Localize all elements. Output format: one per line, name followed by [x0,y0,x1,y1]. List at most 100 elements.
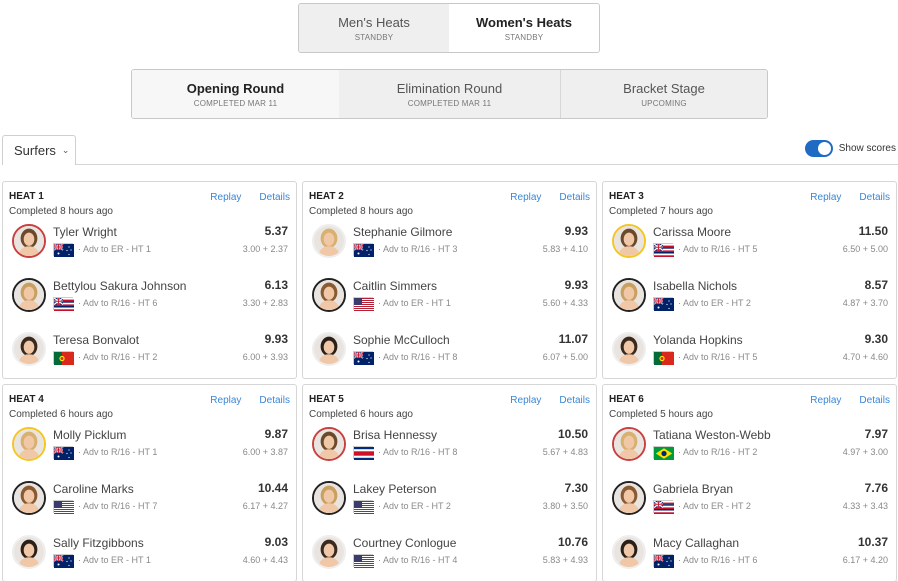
country-flag-icon [353,297,374,311]
details-link[interactable]: Details [859,192,890,203]
tab-mens-heats[interactable]: Men's Heats STANDBY [299,4,449,52]
surfer-name: Courtney Conlogue [353,536,457,550]
wave-scores: 4.97 + 3.00 [842,447,888,457]
wave-scores: 4.60 + 4.43 [242,555,288,565]
replay-link[interactable]: Replay [210,192,241,203]
surfer-name: Teresa Bonvalot [53,333,140,347]
replay-link[interactable]: Replay [210,395,241,406]
advance-status: · Adv to R/16 - HT 6 [678,555,758,565]
details-link[interactable]: Details [859,395,890,406]
surfer-avatar [312,535,346,569]
surfer-name: Brisa Hennessy [353,428,438,442]
heat-status: Completed 6 hours ago [9,409,113,420]
surfer-avatar [612,481,646,515]
surfer-avatar [312,332,346,366]
heat-card: HEAT 6 Completed 5 hours ago Replay Details… [602,384,897,581]
surfer-row[interactable]: Isabella Nichols · Adv to ER - HT 2 8.57 4.… [612,278,888,318]
surfer-row[interactable]: Caitlin Simmers · Adv to ER - HT 1 9.93 5.6… [312,278,588,318]
tab-label: Men's Heats [338,14,410,30]
heat-title: HEAT 5 [309,394,344,405]
surfer-name: Caroline Marks [53,482,134,496]
country-flag-icon [53,554,74,568]
wave-scores: 3.80 + 3.50 [542,501,588,511]
tab-womens-heats[interactable]: Women's Heats STANDBY [449,4,599,52]
wave-scores: 6.00 + 3.87 [242,447,288,457]
details-link[interactable]: Details [259,192,290,203]
surfer-row[interactable]: Teresa Bonvalot · Adv to R/16 - HT 2 9.93 6… [12,332,288,372]
surfer-name: Bettylou Sakura Johnson [53,279,187,293]
surfer-name: Tyler Wright [53,225,117,239]
advance-status: · Adv to R/16 - HT 1 [78,447,158,457]
replay-link[interactable]: Replay [810,192,841,203]
surfer-avatar [312,481,346,515]
heat-total-score: 5.37 [264,224,288,238]
replay-link[interactable]: Replay [810,395,841,406]
surfer-row[interactable]: Lakey Peterson · Adv to ER - HT 2 7.30 3.80… [312,481,588,521]
advance-status: · Adv to ER - HT 1 [78,555,151,565]
surfer-row[interactable]: Tyler Wright · Adv to ER - HT 1 5.37 3.00 +… [12,224,288,264]
heat-total-score: 7.76 [864,481,888,495]
surfers-dropdown[interactable]: Surfers ⌄ [2,135,76,165]
surfer-avatar [12,427,46,461]
heat-total-score: 9.03 [264,535,288,549]
surfer-row[interactable]: Tatiana Weston-Webb · Adv to R/16 - HT 2 7… [612,427,888,467]
surfer-name: Sophie McCulloch [353,333,450,347]
surfer-name: Molly Picklum [53,428,127,442]
wave-scores: 6.17 + 4.20 [842,555,888,565]
heat-card: HEAT 5 Completed 6 hours ago Replay Details… [302,384,597,581]
wave-scores: 4.87 + 3.70 [842,298,888,308]
surfer-row[interactable]: Sally Fitzgibbons · Adv to ER - HT 1 9.03 4… [12,535,288,575]
surfer-row[interactable]: Carissa Moore · Adv to R/16 - HT 5 11.50 6.… [612,224,888,264]
country-flag-icon [653,446,674,460]
tab-opening-round[interactable]: Opening Round COMPLETED MAR 11 [132,70,339,118]
surfer-row[interactable]: Brisa Hennessy · Adv to R/16 - HT 8 10.50 5… [312,427,588,467]
heat-links: Replay Details [792,395,890,406]
surfer-row[interactable]: Courtney Conlogue · Adv to R/16 - HT 4 10.… [312,535,588,575]
surfers-dropdown-label: Surfers [14,143,56,158]
details-link[interactable]: Details [259,395,290,406]
surfer-avatar [12,535,46,569]
surfer-row[interactable]: Molly Picklum · Adv to R/16 - HT 1 9.87 6.0… [12,427,288,467]
heat-status: Completed 5 hours ago [609,409,713,420]
surfer-row[interactable]: Sophie McCulloch · Adv to R/16 - HT 8 11.0… [312,332,588,372]
tab-elimination-round[interactable]: Elimination Round COMPLETED MAR 11 [339,70,561,118]
tab-label: Women's Heats [475,14,573,30]
heat-links: Replay Details [492,395,590,406]
heat-total-score: 9.93 [564,278,588,292]
heat-header: HEAT 6 Completed 5 hours ago [609,394,713,420]
heat-total-score: 10.50 [557,427,588,441]
surfer-row[interactable]: Macy Callaghan · Adv to R/16 - HT 6 10.37 6… [612,535,888,575]
replay-link[interactable]: Replay [510,395,541,406]
surfer-row[interactable]: Bettylou Sakura Johnson · Adv to R/16 - H… [12,278,288,318]
surfer-avatar [12,481,46,515]
heat-status: Completed 8 hours ago [309,206,413,217]
country-flag-icon [53,351,74,365]
advance-status: · Adv to ER - HT 2 [678,501,751,511]
details-link[interactable]: Details [559,192,590,203]
heat-card: HEAT 2 Completed 8 hours ago Replay Details… [302,181,597,379]
surfer-row[interactable]: Caroline Marks · Adv to R/16 - HT 7 10.44 6… [12,481,288,521]
chevron-down-icon: ⌄ [61,145,70,155]
country-flag-icon [653,351,674,365]
tab-label: Opening Round [186,80,285,96]
replay-link[interactable]: Replay [510,192,541,203]
surfer-row[interactable]: Yolanda Hopkins · Adv to R/16 - HT 5 9.30 4… [612,332,888,372]
tab-bracket-stage[interactable]: Bracket Stage UPCOMING [561,70,767,118]
surfer-name: Stephanie Gilmore [353,225,453,239]
advance-status: · Adv to ER - HT 1 [378,298,451,308]
details-link[interactable]: Details [559,395,590,406]
heat-title: HEAT 2 [309,191,344,202]
advance-status: · Adv to R/16 - HT 8 [378,352,458,362]
heat-header: HEAT 2 Completed 8 hours ago [309,191,413,217]
heat-status: Completed 7 hours ago [609,206,713,217]
heat-card: HEAT 1 Completed 8 hours ago Replay Details… [2,181,297,379]
surfer-avatar [312,427,346,461]
wave-scores: 6.17 + 4.27 [242,501,288,511]
show-scores-toggle[interactable] [804,140,833,157]
heat-total-score: 6.13 [264,278,288,292]
heat-total-score: 9.93 [264,332,288,346]
surfer-row[interactable]: Stephanie Gilmore · Adv to R/16 - HT 3 9.9… [312,224,588,264]
surfer-row[interactable]: Gabriela Bryan · Adv to ER - HT 2 7.76 4.33… [612,481,888,521]
surfer-avatar [612,332,646,366]
country-flag-icon [353,446,374,460]
